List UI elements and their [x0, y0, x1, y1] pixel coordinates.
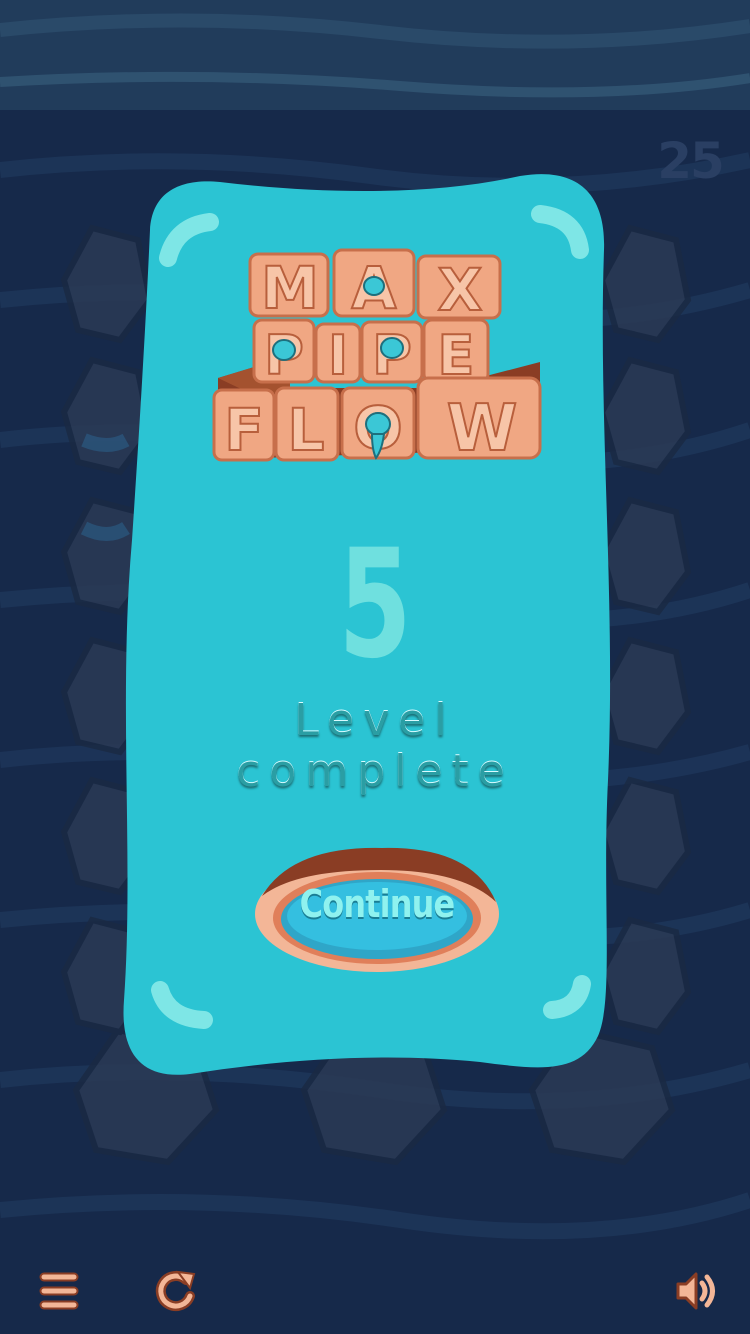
continue-label: Continue — [299, 882, 456, 926]
svg-text:W: W — [447, 392, 518, 466]
moves-counter: 25 — [657, 132, 725, 190]
level-complete-label: Level complete — [236, 695, 514, 797]
restart-icon[interactable] — [152, 1268, 198, 1314]
hamburger-menu-icon[interactable] — [36, 1268, 82, 1314]
svg-text:E: E — [438, 324, 475, 387]
svg-text:M: M — [261, 254, 319, 322]
svg-text:L: L — [288, 396, 325, 464]
svg-text:F: F — [224, 396, 264, 464]
continue-button[interactable]: Continue — [252, 842, 502, 972]
game-logo: M A X P I P E F L O W — [212, 248, 542, 467]
speaker-icon[interactable] — [674, 1268, 720, 1314]
level-number: 5 — [338, 518, 412, 692]
svg-text:I: I — [328, 324, 348, 387]
svg-text:X: X — [438, 256, 483, 324]
